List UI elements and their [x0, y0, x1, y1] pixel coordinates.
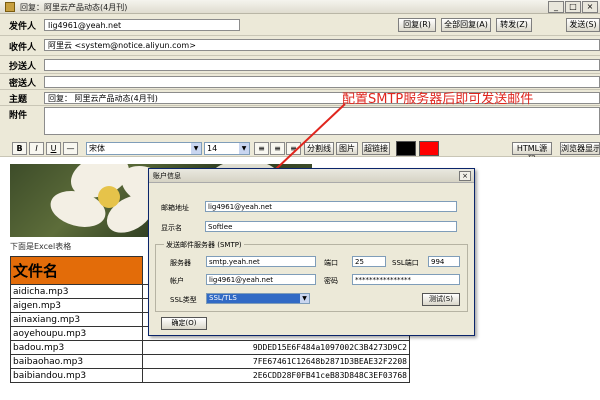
ssl-port-label: SSL端口: [392, 259, 419, 267]
smtp-group-label: 发送邮件服务器 (SMTP): [164, 240, 244, 250]
close-icon[interactable]: ×: [459, 171, 471, 181]
test-button[interactable]: 测试(S): [422, 293, 460, 306]
ssl-type-select[interactable]: SSL/TLS ▼: [206, 293, 310, 304]
port-label: 端口: [324, 259, 338, 267]
chevron-down-icon: ▼: [300, 294, 309, 303]
account-label: 帐户: [170, 277, 184, 285]
smtp-group: 发送邮件服务器 (SMTP) 服务器 smtp.yeah.net 端口 25 S…: [155, 240, 468, 312]
password-field[interactable]: ****************: [352, 274, 460, 285]
email-field[interactable]: lig4961@yeah.net: [205, 201, 457, 212]
display-name-field[interactable]: Softlee: [205, 221, 457, 232]
display-name-label: 显示名: [161, 224, 182, 232]
server-field[interactable]: smtp.yeah.net: [206, 256, 316, 267]
ssl-port-field[interactable]: 994: [428, 256, 460, 267]
ok-button[interactable]: 确定(O): [161, 317, 207, 330]
email-label: 邮箱地址: [161, 204, 189, 212]
ssl-type-value: SSL/TLS: [209, 294, 237, 302]
server-label: 服务器: [170, 259, 191, 267]
password-label: 密码: [324, 277, 338, 285]
ssl-type-label: SSL类型: [170, 296, 197, 304]
dialog-title: 账户信息: [149, 169, 474, 183]
account-field[interactable]: lig4961@yeah.net: [206, 274, 316, 285]
account-info-dialog: 账户信息 × 邮箱地址 lig4961@yeah.net 显示名 Softlee…: [148, 168, 475, 336]
port-field[interactable]: 25: [352, 256, 386, 267]
